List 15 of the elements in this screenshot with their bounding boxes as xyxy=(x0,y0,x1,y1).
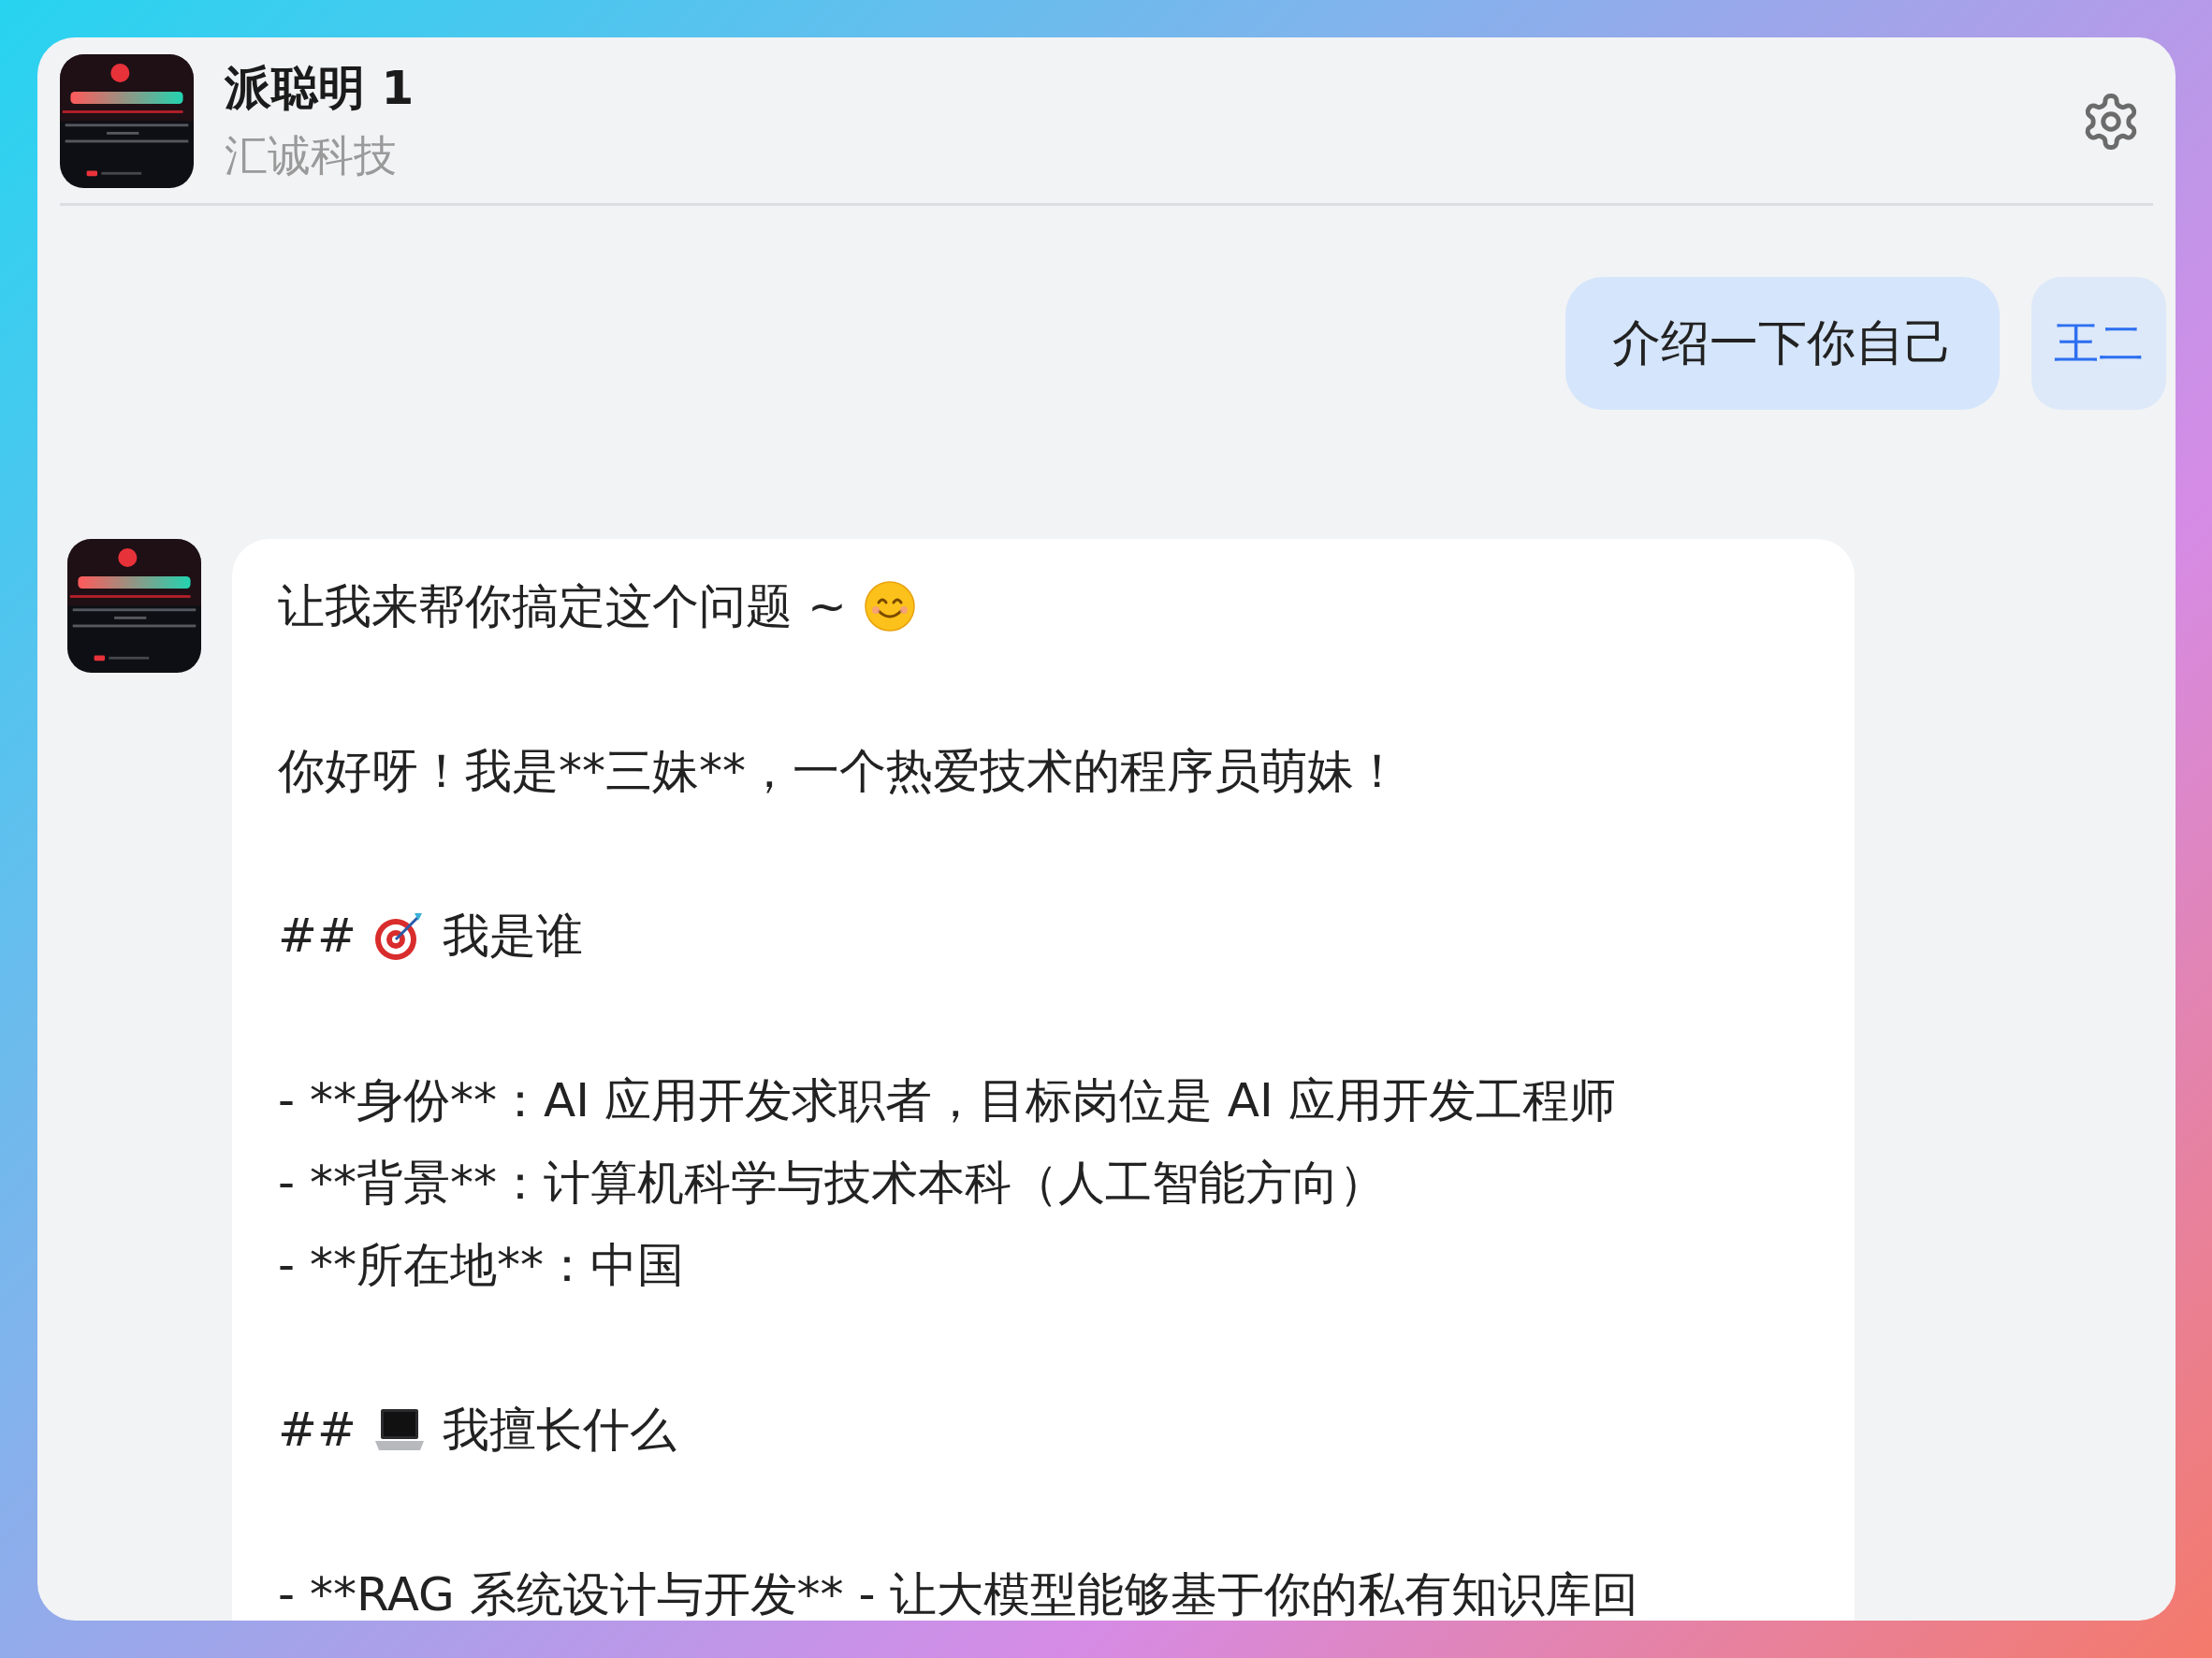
message-text: 让我来帮你搞定这个问题 ~ xyxy=(278,578,847,635)
chat-subtitle: 汇诚科技 xyxy=(225,129,398,182)
user-message-bubble: 介绍一下你自己 xyxy=(1565,277,2000,410)
list-item: - **RAG 系统设计与开发** - 让大模型能够基于你的私有知识库回 xyxy=(278,1566,1639,1621)
smiley-face-icon xyxy=(863,580,916,633)
heading-text: 我擅长什么 xyxy=(442,1402,677,1459)
list-item: - **所在地**：中国 xyxy=(278,1237,684,1294)
message-text: 你好呀！我是**三妹**，一个热爱技术的程序员萌妹！ xyxy=(278,743,1401,800)
heading-marker: ## xyxy=(278,1402,357,1459)
heading-text: 我是谁 xyxy=(442,908,583,965)
heading-marker: ## xyxy=(278,908,357,965)
user-name-avatar: 王二 xyxy=(2031,277,2166,410)
chat-title: 派聪明 1 xyxy=(225,60,415,117)
list-item: - **背景**：计算机科学与技术本科（人工智能方向） xyxy=(278,1155,1386,1212)
list-item: - **身份**：AI 应用开发求职者，目标岗位是 AI 应用开发工程师 xyxy=(278,1072,1616,1129)
